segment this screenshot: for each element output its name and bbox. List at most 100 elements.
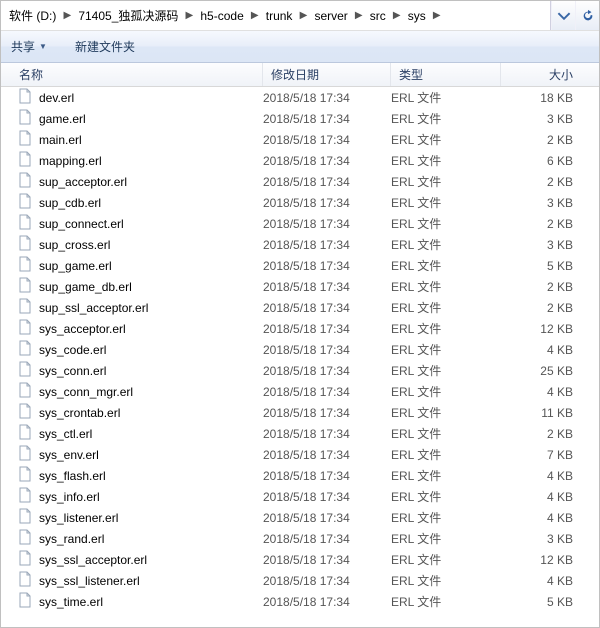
file-size-cell: 4 KB	[501, 490, 599, 504]
file-date-cell: 2018/5/18 17:34	[263, 532, 391, 546]
file-icon	[17, 151, 33, 170]
file-row[interactable]: sys_conn_mgr.erl2018/5/18 17:34ERL 文件4 K…	[1, 381, 599, 402]
file-type-cell: ERL 文件	[391, 509, 501, 526]
breadcrumb-item[interactable]: h5-code	[196, 1, 247, 30]
file-icon	[17, 466, 33, 485]
file-type-cell: ERL 文件	[391, 362, 501, 379]
file-list[interactable]: dev.erl2018/5/18 17:34ERL 文件18 KBgame.er…	[1, 87, 599, 627]
refresh-button[interactable]	[575, 1, 599, 30]
file-row[interactable]: sys_conn.erl2018/5/18 17:34ERL 文件25 KB	[1, 360, 599, 381]
file-row[interactable]: sup_connect.erl2018/5/18 17:34ERL 文件2 KB	[1, 213, 599, 234]
chevron-right-icon[interactable]: ▶	[60, 1, 74, 30]
file-type-cell: ERL 文件	[391, 383, 501, 400]
file-date-cell: 2018/5/18 17:34	[263, 217, 391, 231]
file-row[interactable]: sys_time.erl2018/5/18 17:34ERL 文件5 KB	[1, 591, 599, 612]
file-row[interactable]: sys_rand.erl2018/5/18 17:34ERL 文件3 KB	[1, 528, 599, 549]
file-name-cell: sup_game_db.erl	[17, 277, 263, 296]
file-type-cell: ERL 文件	[391, 173, 501, 190]
file-row[interactable]: game.erl2018/5/18 17:34ERL 文件3 KB	[1, 108, 599, 129]
file-row[interactable]: sys_listener.erl2018/5/18 17:34ERL 文件4 K…	[1, 507, 599, 528]
file-row[interactable]: sup_cdb.erl2018/5/18 17:34ERL 文件3 KB	[1, 192, 599, 213]
file-row[interactable]: sys_ssl_acceptor.erl2018/5/18 17:34ERL 文…	[1, 549, 599, 570]
file-icon	[17, 487, 33, 506]
file-row[interactable]: sup_acceptor.erl2018/5/18 17:34ERL 文件2 K…	[1, 171, 599, 192]
file-name-label: sup_cross.erl	[39, 238, 110, 252]
file-type-cell: ERL 文件	[391, 131, 501, 148]
file-name-label: sys_info.erl	[39, 490, 100, 504]
file-icon	[17, 550, 33, 569]
chevron-right-icon[interactable]: ▶	[248, 1, 262, 30]
file-row[interactable]: sup_ssl_acceptor.erl2018/5/18 17:34ERL 文…	[1, 297, 599, 318]
file-type-cell: ERL 文件	[391, 530, 501, 547]
file-row[interactable]: dev.erl2018/5/18 17:34ERL 文件18 KB	[1, 87, 599, 108]
breadcrumb[interactable]: 软件 (D:)▶71405_独孤决源码▶h5-code▶trunk▶server…	[1, 1, 550, 30]
breadcrumb-item[interactable]: src	[366, 1, 390, 30]
file-row[interactable]: sys_acceptor.erl2018/5/18 17:34ERL 文件12 …	[1, 318, 599, 339]
chevron-right-icon[interactable]: ▶	[430, 1, 444, 30]
file-date-cell: 2018/5/18 17:34	[263, 322, 391, 336]
chevron-right-icon[interactable]: ▶	[390, 1, 404, 30]
chevron-right-icon[interactable]: ▶	[352, 1, 366, 30]
file-type-cell: ERL 文件	[391, 572, 501, 589]
column-header-name[interactable]: 名称	[1, 63, 263, 86]
file-row[interactable]: sys_env.erl2018/5/18 17:34ERL 文件7 KB	[1, 444, 599, 465]
file-name-label: sys_ssl_listener.erl	[39, 574, 140, 588]
file-size-cell: 2 KB	[501, 427, 599, 441]
file-size-cell: 12 KB	[501, 322, 599, 336]
file-date-cell: 2018/5/18 17:34	[263, 175, 391, 189]
file-name-cell: mapping.erl	[17, 151, 263, 170]
file-row[interactable]: sys_info.erl2018/5/18 17:34ERL 文件4 KB	[1, 486, 599, 507]
file-row[interactable]: sys_crontab.erl2018/5/18 17:34ERL 文件11 K…	[1, 402, 599, 423]
file-size-cell: 3 KB	[501, 112, 599, 126]
file-row[interactable]: sys_code.erl2018/5/18 17:34ERL 文件4 KB	[1, 339, 599, 360]
breadcrumb-item[interactable]: 软件 (D:)	[5, 1, 60, 30]
chevron-right-icon[interactable]: ▶	[296, 1, 310, 30]
file-icon	[17, 277, 33, 296]
column-header-date[interactable]: 修改日期	[263, 63, 391, 86]
file-name-cell: sys_flash.erl	[17, 466, 263, 485]
dropdown-history-button[interactable]	[551, 1, 575, 30]
file-row[interactable]: mapping.erl2018/5/18 17:34ERL 文件6 KB	[1, 150, 599, 171]
file-name-label: sys_crontab.erl	[39, 406, 120, 420]
file-name-label: sup_game_db.erl	[39, 280, 132, 294]
file-type-cell: ERL 文件	[391, 110, 501, 127]
column-header-size[interactable]: 大小	[501, 63, 599, 86]
chevron-right-icon[interactable]: ▶	[182, 1, 196, 30]
file-row[interactable]: sup_game.erl2018/5/18 17:34ERL 文件5 KB	[1, 255, 599, 276]
file-name-cell: sys_ssl_listener.erl	[17, 571, 263, 590]
breadcrumb-item[interactable]: 71405_独孤决源码	[74, 1, 182, 30]
share-menu[interactable]: 共享 ▼	[11, 31, 47, 62]
file-row[interactable]: sys_ssl_listener.erl2018/5/18 17:34ERL 文…	[1, 570, 599, 591]
file-icon	[17, 571, 33, 590]
breadcrumb-item[interactable]: sys	[404, 1, 430, 30]
column-header-type[interactable]: 类型	[391, 63, 501, 86]
file-date-cell: 2018/5/18 17:34	[263, 448, 391, 462]
new-folder-label: 新建文件夹	[75, 38, 135, 55]
file-row[interactable]: sys_ctl.erl2018/5/18 17:34ERL 文件2 KB	[1, 423, 599, 444]
file-type-cell: ERL 文件	[391, 299, 501, 316]
file-row[interactable]: main.erl2018/5/18 17:34ERL 文件2 KB	[1, 129, 599, 150]
file-size-cell: 4 KB	[501, 385, 599, 399]
file-type-cell: ERL 文件	[391, 425, 501, 442]
file-name-cell: sys_info.erl	[17, 487, 263, 506]
file-name-label: sys_code.erl	[39, 343, 106, 357]
file-row[interactable]: sys_flash.erl2018/5/18 17:34ERL 文件4 KB	[1, 465, 599, 486]
file-type-cell: ERL 文件	[391, 257, 501, 274]
file-type-cell: ERL 文件	[391, 341, 501, 358]
breadcrumb-item[interactable]: trunk	[262, 1, 297, 30]
file-row[interactable]: sup_game_db.erl2018/5/18 17:34ERL 文件2 KB	[1, 276, 599, 297]
file-type-cell: ERL 文件	[391, 488, 501, 505]
breadcrumb-item[interactable]: server	[310, 1, 351, 30]
file-type-cell: ERL 文件	[391, 446, 501, 463]
new-folder-button[interactable]: 新建文件夹	[75, 31, 135, 62]
file-type-cell: ERL 文件	[391, 404, 501, 421]
share-label: 共享	[11, 38, 35, 55]
file-row[interactable]: sup_cross.erl2018/5/18 17:34ERL 文件3 KB	[1, 234, 599, 255]
file-name-cell: sys_code.erl	[17, 340, 263, 359]
file-name-cell: sup_acceptor.erl	[17, 172, 263, 191]
file-type-cell: ERL 文件	[391, 551, 501, 568]
file-size-cell: 3 KB	[501, 532, 599, 546]
file-name-cell: sup_game.erl	[17, 256, 263, 275]
file-size-cell: 11 KB	[501, 406, 599, 420]
file-name-label: sys_conn_mgr.erl	[39, 385, 133, 399]
